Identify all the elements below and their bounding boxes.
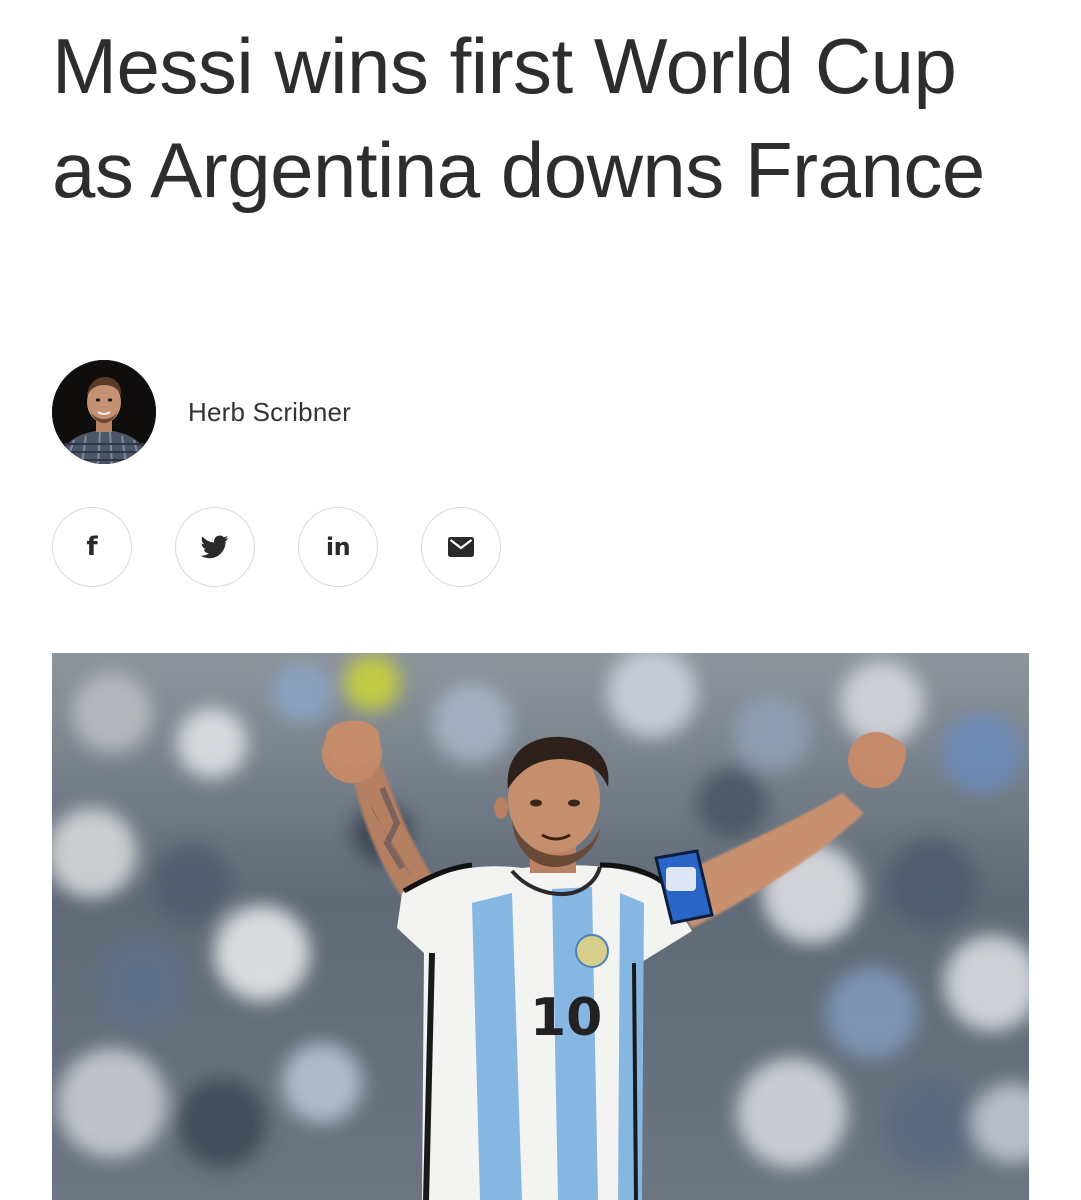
share-email-button[interactable]	[421, 507, 501, 587]
author-name[interactable]: Herb Scribner	[188, 397, 351, 428]
messi-celebration-photo: 10	[52, 653, 1029, 1200]
linkedin-icon: in	[325, 533, 351, 561]
facebook-icon: f	[86, 532, 98, 562]
jersey-number: 10	[530, 988, 602, 1048]
byline: Herb Scribner	[52, 360, 351, 464]
share-linkedin-button[interactable]: in	[298, 507, 378, 587]
share-buttons: f in	[52, 507, 501, 587]
share-twitter-button[interactable]	[175, 507, 255, 587]
envelope-icon	[448, 537, 474, 557]
share-facebook-button[interactable]: f	[52, 507, 132, 587]
twitter-bird-icon	[201, 535, 229, 559]
article-page: Messi wins first World Cup as Argentina …	[0, 0, 1081, 1200]
author-avatar[interactable]	[52, 360, 156, 464]
article-headline: Messi wins first World Cup as Argentina …	[52, 22, 985, 214]
hero-image[interactable]: 10	[52, 653, 1029, 1200]
author-portrait-image	[52, 360, 156, 464]
